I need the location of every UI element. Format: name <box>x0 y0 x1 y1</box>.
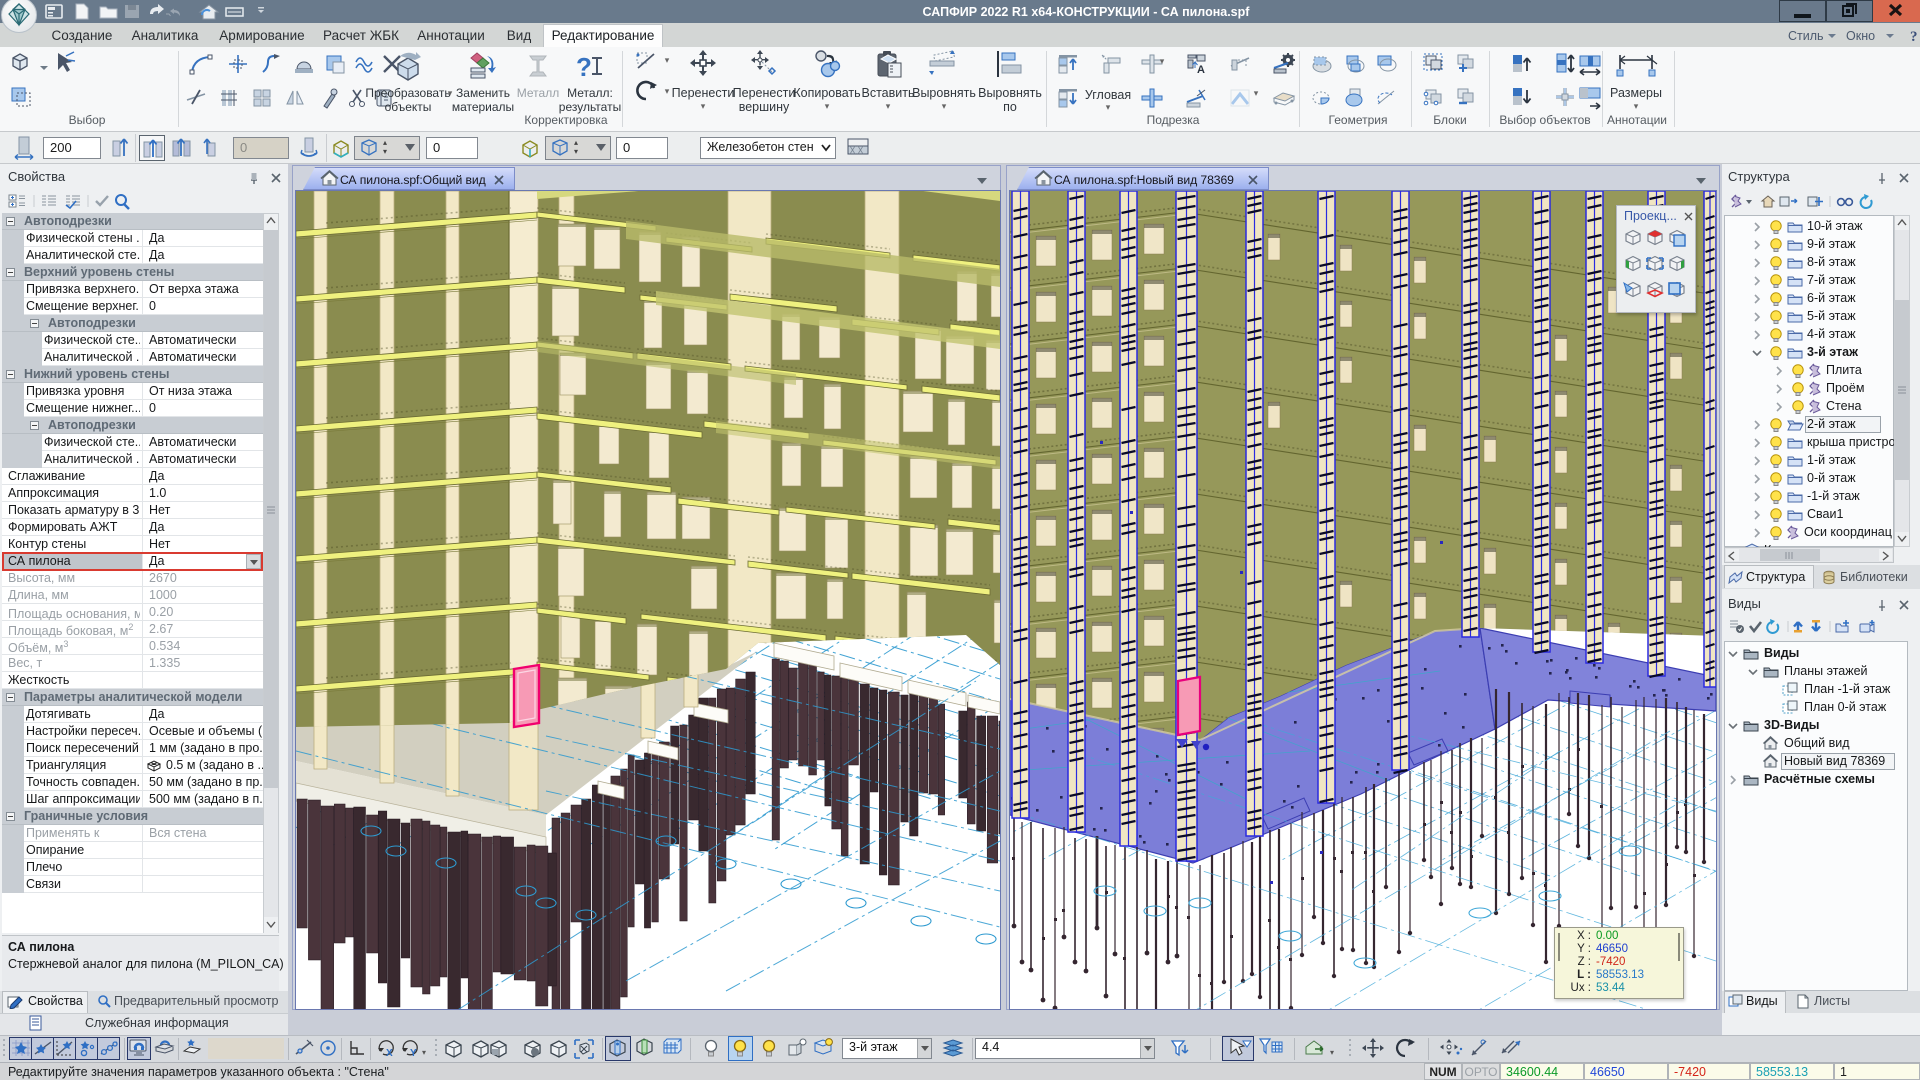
svg-text:A: A <box>1197 64 1205 76</box>
svg-text:?: ? <box>1910 29 1918 45</box>
svg-text:Y: Y <box>410 1048 417 1059</box>
svg-text:?: ? <box>576 52 592 82</box>
svg-text:X: X <box>386 1048 393 1059</box>
